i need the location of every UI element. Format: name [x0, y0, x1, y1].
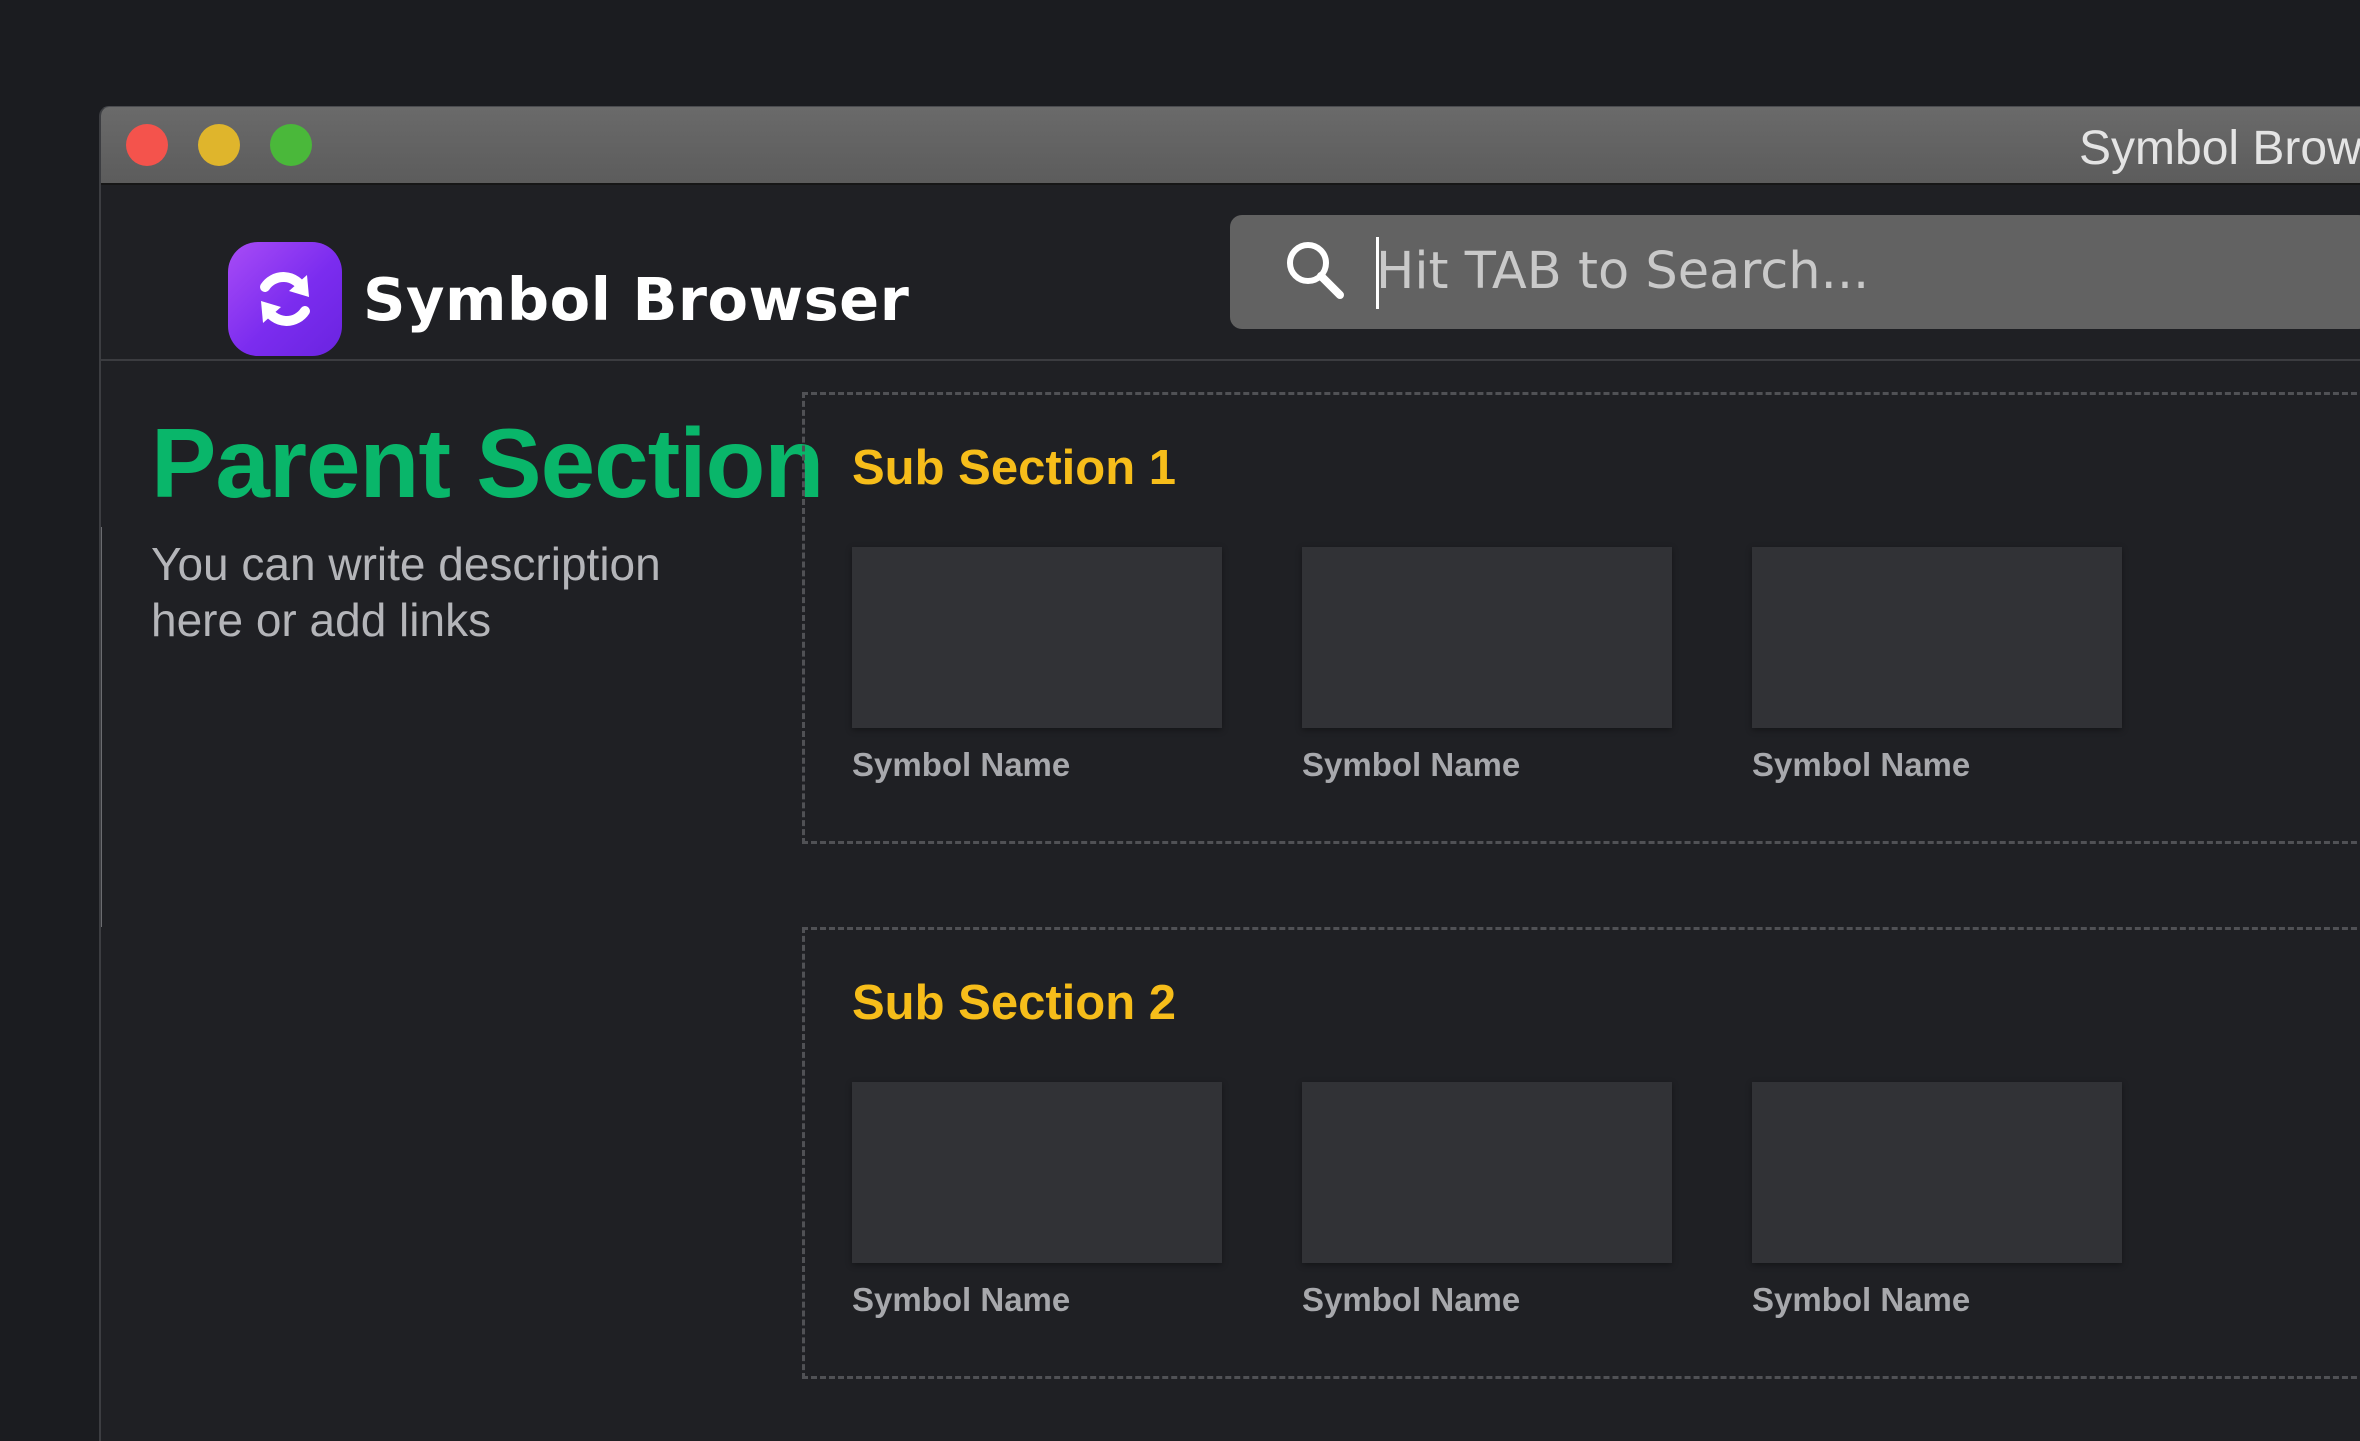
window-title: Symbol Browser — [2079, 122, 2360, 175]
symbol-card[interactable]: Symbol Name — [852, 547, 1222, 784]
symbol-card[interactable]: Symbol Name — [1752, 1082, 2122, 1319]
search-icon — [1287, 242, 1344, 299]
symbol-card[interactable]: Symbol Name — [1302, 1082, 1672, 1319]
parent-section-description: You can write description here or add li… — [151, 538, 661, 646]
symbol-name: Symbol Name — [1752, 1281, 1971, 1318]
search-box[interactable] — [1230, 215, 2360, 329]
sub-section-title: Sub Section 2 — [852, 976, 1177, 1030]
symbol-name: Symbol Name — [1752, 746, 1971, 783]
app-window: Symbol Browser Symbol Browser Parent Sec… — [99, 106, 2360, 1441]
parent-section-title: Parent Section — [151, 408, 824, 518]
symbol-card[interactable]: Symbol Name — [852, 1082, 1222, 1319]
symbol-thumbnail[interactable] — [852, 547, 1222, 728]
app-title: Symbol Browser — [363, 265, 910, 334]
minimize-window-button[interactable] — [198, 124, 240, 166]
symbol-card[interactable]: Symbol Name — [1752, 547, 2122, 784]
symbol-name: Symbol Name — [1302, 746, 1521, 783]
search-input[interactable] — [1376, 235, 2276, 307]
symbol-name: Symbol Name — [852, 746, 1071, 783]
resize-edge[interactable] — [101, 527, 102, 927]
refresh-arrows-icon — [260, 272, 310, 326]
symbol-name: Symbol Name — [852, 1281, 1071, 1318]
symbol-thumbnail[interactable] — [1752, 547, 2122, 728]
symbol-thumbnail[interactable] — [1302, 547, 1672, 728]
symbol-thumbnail[interactable] — [852, 1082, 1222, 1263]
sub-section-2: Sub Section 2 Symbol Name Symbol Name Sy… — [802, 927, 2360, 1379]
symbol-name: Symbol Name — [1302, 1281, 1521, 1318]
zoom-window-button[interactable] — [270, 124, 312, 166]
sub-section-title: Sub Section 1 — [852, 441, 1177, 495]
app-logo — [228, 242, 342, 356]
symbol-card[interactable]: Symbol Name — [1302, 547, 1672, 784]
close-window-button[interactable] — [126, 124, 168, 166]
symbol-thumbnail[interactable] — [1302, 1082, 1672, 1263]
symbol-thumbnail[interactable] — [1752, 1082, 2122, 1263]
title-bar[interactable]: Symbol Browser — [101, 107, 2360, 185]
sub-section-1: Sub Section 1 Symbol Name Symbol Name Sy… — [802, 392, 2360, 844]
